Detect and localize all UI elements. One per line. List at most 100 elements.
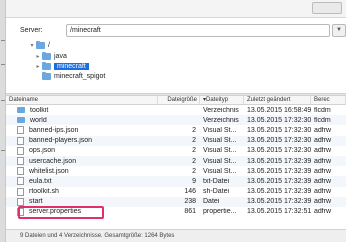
cell-size: 2: [192, 157, 196, 165]
table-row[interactable]: whitelist.json 2 Visual St... 13.05.2015…: [6, 166, 346, 176]
cell-name: banned-players.json: [6, 136, 158, 145]
cell-perm: adfrw: [314, 167, 332, 175]
cell-type: Verzeichnis: [203, 106, 239, 114]
file-name: rtoolkit.sh: [29, 188, 59, 196]
strip-mark: [1, 100, 5, 101]
table-row[interactable]: rtoolkit.sh 146 sh-Datei 13.05.2015 17:3…: [6, 187, 346, 197]
tree-item-label: minecraft: [54, 62, 89, 70]
file-icon: [17, 177, 24, 186]
toolbar-control[interactable]: [312, 2, 342, 14]
cell-date: 13.05.2015 17:32:30: [247, 147, 311, 155]
cell-date: 13.05.2015 17:32:51: [247, 208, 311, 216]
cell-perm: flcdm: [314, 106, 331, 114]
server-path-input[interactable]: /minecraft: [66, 23, 330, 37]
cell-perm: adfrw: [314, 126, 332, 134]
file-name: eula.txt: [29, 177, 52, 185]
table-row[interactable]: start 238 Datei 13.05.2015 17:32:39 adfr…: [6, 196, 346, 207]
cell-name: ops.json: [6, 146, 158, 155]
cell-type: txt-Datei: [203, 177, 230, 185]
cell-name: whitelist.json: [6, 167, 158, 176]
cell-date: 13.05.2015 17:32:39: [247, 167, 311, 175]
cell-size: 146: [184, 188, 196, 196]
cell-type: Visual St...: [203, 137, 237, 145]
server-path-bar: Server: /minecraft ▼: [6, 22, 346, 38]
server-label: Server:: [20, 26, 43, 34]
table-row[interactable]: banned-ips.json 2 Visual St... 13.05.201…: [6, 125, 346, 135]
cell-type: Verzeichnis: [203, 116, 239, 124]
cell-date: 13.05.2015 17:32:39: [247, 188, 311, 196]
cell-name: world: [6, 117, 158, 124]
cell-perm: adfrw: [314, 137, 332, 145]
cell-date: 13.05.2015 17:32:39: [247, 177, 311, 185]
table-row[interactable]: world Verzeichnis 13.05.2015 17:32:30 fl…: [6, 115, 346, 126]
cell-perm: adfrw: [314, 208, 332, 216]
expand-arrow-icon[interactable]: ▾: [28, 42, 36, 49]
expand-arrow-icon[interactable]: ▸: [34, 63, 42, 70]
column-header-size[interactable]: Dateigröße: [158, 96, 200, 104]
file-rows: toolkit Verzeichnis 13.05.2015 16:58:49 …: [6, 105, 346, 217]
cell-type: Visual St...: [203, 157, 237, 165]
cell-name: server.properties: [6, 207, 158, 216]
table-row[interactable]: toolkit Verzeichnis 13.05.2015 16:58:49 …: [6, 105, 346, 115]
column-header-date[interactable]: Zuletzt geändert: [244, 96, 311, 104]
cell-type: propertie...: [203, 208, 237, 216]
tree-item-java[interactable]: ▸ java: [34, 51, 67, 61]
column-header-type[interactable]: ▾Dateityp: [200, 96, 244, 104]
file-name: toolkit: [30, 106, 49, 114]
cell-type: Visual St...: [203, 147, 237, 155]
column-header-name[interactable]: Dateiname: [6, 96, 158, 104]
cell-perm: adfrw: [314, 188, 332, 196]
folder-icon: [17, 107, 25, 114]
column-header-type-label: Dateityp: [206, 97, 229, 103]
file-list: Dateiname Dateigröße ▾Dateityp Zuletzt g…: [6, 96, 346, 228]
cell-name: banned-ips.json: [6, 126, 158, 135]
file-icon: [17, 207, 24, 216]
cell-date: 13.05.2015 17:32:39: [247, 157, 311, 165]
cell-name: eula.txt: [6, 177, 158, 186]
strip-mark: [1, 150, 5, 151]
cell-type: sh-Datei: [203, 188, 230, 196]
cell-size: 2: [192, 137, 196, 145]
strip-mark: [1, 40, 5, 41]
table-row[interactable]: usercache.json 2 Visual St... 13.05.2015…: [6, 155, 346, 167]
file-icon: [17, 187, 24, 196]
cell-date: 13.05.2015 17:32:30: [247, 126, 311, 134]
table-row[interactable]: eula.txt 9 txt-Datei 13.05.2015 17:32:39…: [6, 176, 346, 187]
cell-perm: adfrw: [314, 157, 332, 165]
cell-perm: flcdm: [314, 116, 331, 124]
file-icon: [17, 157, 24, 166]
folder-icon: [42, 51, 51, 60]
directory-tree: ▾ / ▸ java ▸ minecraft minecraft_spigot: [14, 40, 346, 88]
server-path-value: /minecraft: [70, 26, 101, 34]
folder-icon: [17, 117, 25, 124]
cell-date: 13.05.2015 17:32:30: [247, 137, 311, 145]
table-row[interactable]: banned-players.json 2 Visual St... 13.05…: [6, 135, 346, 146]
cell-name: toolkit: [6, 107, 158, 114]
file-name: banned-ips.json: [29, 126, 79, 134]
tree-item-label: java: [54, 52, 67, 60]
file-name: banned-players.json: [29, 137, 93, 145]
window-toolbar: [6, 0, 346, 18]
cell-date: 13.05.2015 16:58:49: [247, 106, 311, 114]
strip-mark: [1, 64, 5, 65]
file-icon: [17, 126, 24, 135]
chevron-down-icon[interactable]: ▼: [332, 23, 346, 37]
cell-date: 13.05.2015 17:32:30: [247, 116, 311, 124]
column-header-perm[interactable]: Berec: [311, 96, 346, 104]
folder-icon: [42, 61, 51, 70]
file-name: server.properties: [29, 208, 82, 216]
tree-item-label: /: [48, 41, 50, 49]
cell-perm: adfrw: [314, 147, 332, 155]
cell-size: 861: [184, 208, 196, 216]
cell-type: Datei: [203, 198, 220, 206]
table-row[interactable]: server.properties 861 propertie... 13.05…: [6, 207, 346, 217]
tree-item-minecraft-spigot[interactable]: minecraft_spigot: [34, 71, 105, 81]
expand-arrow-icon[interactable]: ▸: [34, 53, 42, 60]
cell-perm: adfrw: [314, 177, 332, 185]
tree-item-label: minecraft_spigot: [54, 72, 106, 80]
cell-name: rtoolkit.sh: [6, 187, 158, 196]
file-name: start: [29, 198, 43, 206]
tree-item-root[interactable]: ▾ /: [28, 40, 50, 50]
table-row[interactable]: ops.json 2 Visual St... 13.05.2015 17:32…: [6, 146, 346, 156]
tree-item-minecraft[interactable]: ▸ minecraft: [34, 61, 89, 71]
